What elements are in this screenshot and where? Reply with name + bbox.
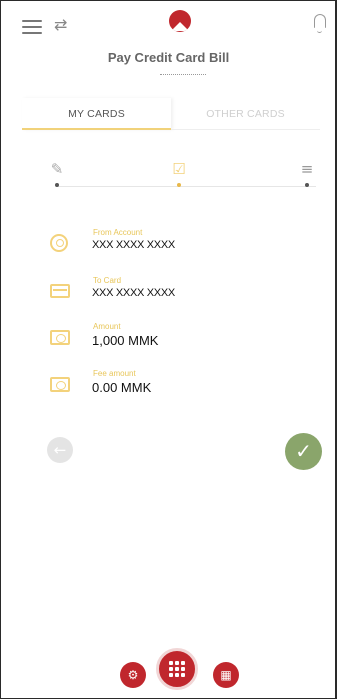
back-button[interactable]: ← bbox=[47, 437, 73, 463]
pencil-icon: ✎ bbox=[50, 160, 64, 178]
step-complete: ≡ bbox=[296, 160, 318, 187]
step-dot bbox=[305, 183, 309, 187]
menu-icon[interactable] bbox=[22, 20, 42, 34]
page-title: Pay Credit Card Bill bbox=[107, 50, 230, 65]
card-tabs: MY CARDS OTHER CARDS bbox=[22, 98, 320, 130]
tab-other-cards[interactable]: OTHER CARDS bbox=[171, 98, 320, 130]
tab-my-cards[interactable]: MY CARDS bbox=[22, 98, 171, 130]
from-account-row: From Account XXX XXXX XXXX bbox=[50, 228, 310, 268]
bell-icon[interactable] bbox=[314, 14, 326, 33]
progress-stepper: ✎ ☑ ≡ bbox=[46, 160, 322, 192]
nav-settings-button[interactable]: ⚙ bbox=[120, 662, 146, 688]
step-dot bbox=[55, 183, 59, 187]
step-confirm: ☑ bbox=[168, 160, 190, 187]
card-icon bbox=[50, 280, 72, 302]
checklist-icon: ≡ bbox=[300, 160, 314, 178]
to-card-value: XXX XXXX XXXX bbox=[92, 287, 175, 299]
from-account-value: XXX XXXX XXXX bbox=[92, 239, 175, 251]
title-divider bbox=[160, 74, 206, 76]
step-edit: ✎ bbox=[46, 160, 68, 187]
bottom-nav: ⚙ ▦ bbox=[0, 648, 337, 692]
grid-icon bbox=[169, 661, 185, 677]
to-card-label: To Card bbox=[93, 276, 122, 285]
fee-amount-value: 0.00 MMK bbox=[92, 380, 152, 395]
to-card-row: To Card XXX XXXX XXXX bbox=[50, 276, 310, 316]
language-icon[interactable]: ⇄ bbox=[54, 15, 67, 34]
top-bar: ⇄ bbox=[0, 0, 337, 40]
fee-amount-row: Fee amount 0.00 MMK bbox=[50, 369, 310, 409]
amount-value: 1,000 MMK bbox=[92, 333, 159, 348]
from-account-label: From Account bbox=[93, 228, 143, 237]
check-circle-icon: ☑ bbox=[172, 160, 186, 178]
account-icon bbox=[50, 232, 72, 254]
money-icon bbox=[50, 326, 72, 348]
amount-row: Amount 1,000 MMK bbox=[50, 322, 310, 362]
amount-label: Amount bbox=[93, 322, 121, 331]
confirm-button[interactable]: ✓ bbox=[285, 433, 322, 470]
step-dot bbox=[177, 183, 181, 187]
fee-amount-label: Fee amount bbox=[93, 369, 136, 378]
nav-menu-button[interactable] bbox=[156, 648, 198, 690]
nav-qr-button[interactable]: ▦ bbox=[213, 662, 239, 688]
bank-logo bbox=[169, 10, 191, 32]
money-icon bbox=[50, 373, 72, 395]
